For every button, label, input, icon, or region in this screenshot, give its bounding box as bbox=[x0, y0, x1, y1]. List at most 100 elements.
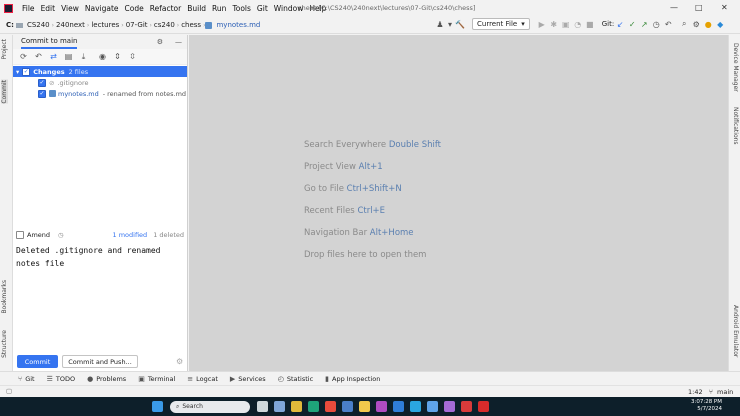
acrobat-icon[interactable] bbox=[478, 401, 489, 412]
ide-logo-icon[interactable]: ◆ bbox=[714, 18, 726, 30]
menu-code[interactable]: Code bbox=[122, 4, 147, 13]
tab-commit-to-main[interactable]: Commit to main bbox=[21, 35, 78, 49]
widgets-icon[interactable] bbox=[274, 401, 285, 412]
rollback-icon[interactable]: ↶ bbox=[662, 18, 674, 30]
breadcrumb-drive[interactable]: C: bbox=[4, 21, 16, 29]
breadcrumb-item[interactable]: lectures bbox=[89, 21, 121, 29]
close-button[interactable]: ✕ bbox=[721, 3, 728, 12]
hide-icon[interactable]: — bbox=[175, 38, 182, 46]
menu-run[interactable]: Run bbox=[209, 4, 229, 13]
tool-terminal[interactable]: ▣ Terminal bbox=[138, 375, 175, 383]
deleted-summary[interactable]: 1 deleted bbox=[153, 231, 184, 239]
commit-check-icon[interactable]: ✓ bbox=[626, 18, 638, 30]
app-icon[interactable] bbox=[427, 401, 438, 412]
diff-icon[interactable]: ⇄ bbox=[46, 51, 61, 63]
tool-git[interactable]: ⑂ Git bbox=[18, 375, 35, 383]
menu-navigate[interactable]: Navigate bbox=[82, 4, 122, 13]
list-item[interactable]: ✓ ⊘ .gitignore bbox=[13, 77, 187, 88]
commit-button[interactable]: Commit bbox=[17, 355, 58, 368]
debug-icon[interactable]: ✱ bbox=[548, 18, 560, 30]
menu-file[interactable]: File bbox=[19, 4, 38, 13]
updates-icon[interactable]: ● bbox=[702, 18, 714, 30]
expand-all-icon[interactable]: ⇕ bbox=[110, 51, 125, 63]
run-icon[interactable]: ▶ bbox=[536, 18, 548, 30]
breadcrumb-item[interactable]: CS240 bbox=[25, 21, 52, 29]
push-icon[interactable]: ↗ bbox=[638, 18, 650, 30]
changes-node[interactable]: ▾ ✓ Changes 2 files bbox=[13, 66, 187, 77]
tool-app-inspection[interactable]: ▮ App Inspection bbox=[325, 375, 380, 383]
refresh-icon[interactable]: ⟳ bbox=[16, 51, 31, 63]
breadcrumb-item[interactable]: 07-Git bbox=[124, 21, 150, 29]
windows-start-icon[interactable] bbox=[152, 401, 163, 412]
file-checkbox[interactable]: ✓ bbox=[38, 78, 46, 87]
collapse-all-icon[interactable]: ⇳ bbox=[125, 51, 140, 63]
menu-refactor[interactable]: Refactor bbox=[147, 4, 184, 13]
commit-message-field[interactable]: Deleted .gitignore and renamed notes fil… bbox=[16, 244, 184, 270]
clock-icon[interactable]: ◷ bbox=[58, 231, 64, 239]
menu-build[interactable]: Build bbox=[184, 4, 209, 13]
tab-device-manager[interactable]: Device Manager bbox=[732, 43, 739, 92]
modified-summary[interactable]: 1 modified bbox=[113, 231, 148, 239]
app-icon[interactable] bbox=[376, 401, 387, 412]
minimize-button[interactable]: — bbox=[670, 3, 678, 12]
breadcrumb-item[interactable]: 240next bbox=[54, 21, 87, 29]
file-explorer-icon[interactable] bbox=[291, 401, 302, 412]
tool-services[interactable]: ▶ Services bbox=[230, 375, 266, 383]
taskbar-search[interactable]: ⌕ Search bbox=[170, 400, 250, 413]
coverage-icon[interactable]: ▣ bbox=[560, 18, 572, 30]
view-options-icon[interactable]: ◉ bbox=[95, 51, 110, 63]
app-icon[interactable] bbox=[359, 401, 370, 412]
tab-project[interactable]: Project bbox=[1, 39, 8, 60]
menu-tools[interactable]: Tools bbox=[229, 4, 253, 13]
vscode-icon[interactable] bbox=[410, 401, 421, 412]
user-icon[interactable]: ♟ bbox=[434, 18, 446, 30]
tool-logcat[interactable]: ≡ Logcat bbox=[187, 375, 218, 383]
outlook-icon[interactable] bbox=[393, 401, 404, 412]
rollback-icon[interactable]: ↶ bbox=[31, 51, 46, 63]
menu-view[interactable]: View bbox=[58, 4, 82, 13]
search-icon[interactable]: ⌕ bbox=[678, 18, 690, 30]
run-config-select[interactable]: Current File ▾ bbox=[472, 18, 530, 30]
tool-problems[interactable]: ● Problems bbox=[87, 375, 126, 383]
chevron-down-icon[interactable]: ▾ bbox=[446, 18, 454, 30]
menu-edit[interactable]: Edit bbox=[38, 4, 59, 13]
history-icon[interactable]: ◷ bbox=[650, 18, 662, 30]
taskbar-clock[interactable]: 3:07:28 PM 5/7/2024 bbox=[691, 399, 722, 413]
shelve-icon[interactable]: ⤓ bbox=[76, 51, 91, 63]
visual-studio-icon[interactable] bbox=[444, 401, 455, 412]
update-project-icon[interactable]: ↙ bbox=[614, 18, 626, 30]
settings-icon[interactable]: ⚙ bbox=[690, 18, 702, 30]
maximize-button[interactable]: □ bbox=[695, 3, 703, 12]
app-icon[interactable] bbox=[461, 401, 472, 412]
hammer-icon[interactable]: 🔨 bbox=[454, 18, 466, 30]
file-checkbox[interactable]: ✓ bbox=[38, 89, 46, 98]
tab-notifications[interactable]: Notifications bbox=[732, 107, 739, 145]
menu-git[interactable]: Git bbox=[254, 4, 271, 13]
changelist-icon[interactable]: ▤ bbox=[61, 51, 76, 63]
breadcrumb-item[interactable]: cs240 bbox=[152, 21, 177, 29]
chevron-down-icon[interactable]: ▾ bbox=[16, 68, 19, 76]
app-icon[interactable] bbox=[342, 401, 353, 412]
status-window-icon[interactable]: ▢ bbox=[6, 387, 12, 395]
edge-icon[interactable] bbox=[308, 401, 319, 412]
tab-android-emulator[interactable]: Android Emulator bbox=[732, 305, 739, 357]
tab-structure[interactable]: Structure bbox=[1, 330, 8, 358]
task-view-icon[interactable] bbox=[257, 401, 268, 412]
chrome-icon[interactable] bbox=[325, 401, 336, 412]
gear-icon[interactable]: ⚙ bbox=[176, 357, 183, 366]
stop-icon[interactable]: ■ bbox=[584, 18, 596, 30]
breadcrumb-item[interactable]: chess bbox=[179, 21, 203, 29]
commit-and-push-button[interactable]: Commit and Push... bbox=[62, 355, 138, 368]
profile-icon[interactable]: ◔ bbox=[572, 18, 584, 30]
breadcrumb-file[interactable]: mynotes.md bbox=[214, 21, 262, 29]
tab-commit[interactable]: Commit bbox=[1, 80, 8, 104]
caret-position[interactable]: 1:42 bbox=[688, 388, 703, 396]
tool-statistic[interactable]: ◴ Statistic bbox=[278, 375, 313, 383]
tool-todo[interactable]: ☰ TODO bbox=[47, 375, 76, 383]
amend-label[interactable]: Amend bbox=[27, 231, 50, 239]
branch-name[interactable]: main bbox=[717, 388, 733, 396]
amend-checkbox[interactable] bbox=[16, 231, 24, 239]
tab-bookmarks[interactable]: Bookmarks bbox=[1, 280, 8, 314]
list-item[interactable]: ✓ mynotes.md - renamed from notes.md bbox=[13, 88, 187, 99]
gear-icon[interactable]: ⚙ bbox=[157, 38, 163, 46]
